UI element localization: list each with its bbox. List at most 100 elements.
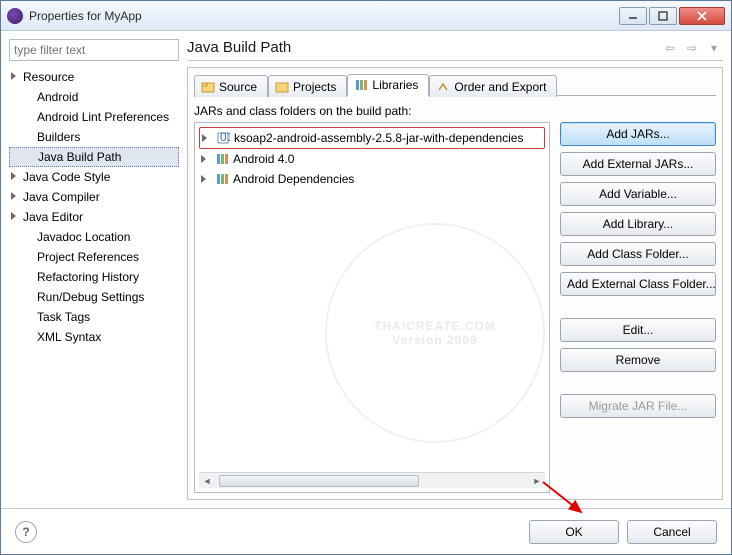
migrate-jar-button[interactable]: Migrate JAR File... [560,394,716,418]
page-header: Java Build Path ⇦ ⇨ ▾ [187,39,723,61]
projects-icon [275,80,289,94]
dialog-body: Resource Android Android Lint Preference… [1,31,731,508]
watermark: THAICREATE.COM Version 2009 [325,223,545,443]
tab-projects[interactable]: Projects [268,75,347,97]
filter-input[interactable] [9,39,179,61]
libraries-pane: THAICREATE.COM Version 2009 010 ksoap2-an… [194,122,716,493]
tab-source[interactable]: Source [194,75,268,97]
maximize-button[interactable] [649,7,677,25]
add-variable-button[interactable]: Add Variable... [560,182,716,206]
tree-item-java-editor[interactable]: Java Editor [9,207,179,227]
dialog-footer: ? OK Cancel [1,508,731,554]
footer-buttons: OK Cancel [529,520,717,544]
tree-item-xml-syntax[interactable]: XML Syntax [9,327,179,347]
list-item-label: ksoap2-android-assembly-2.5.8-jar-with-d… [234,130,523,146]
chevron-right-icon [11,192,16,200]
tab-bar: Source Projects Libraries Order and Expo… [194,74,716,96]
tree-label: Java Build Path [38,150,121,164]
libraries-icon [354,78,368,92]
nav-arrows: ⇦ ⇨ ▾ [661,40,723,56]
tab-label: Source [219,80,257,94]
close-button[interactable] [679,7,725,25]
tree-label: Android [37,90,78,104]
window-buttons [619,7,725,25]
tab-label: Projects [293,80,336,94]
tree-label: Builders [37,130,80,144]
list-item-label: Android 4.0 [233,151,294,167]
button-column: Add JARs... Add External JARs... Add Var… [560,122,716,493]
help-button[interactable]: ? [15,521,37,543]
watermark-line: THAICREATE.COM [374,319,496,333]
scroll-left-icon[interactable]: ◄ [199,474,215,488]
ok-button[interactable]: OK [529,520,619,544]
jar-icon: 010 [216,131,230,145]
tree-label: Project References [37,250,139,264]
tree-item-java-code-style[interactable]: Java Code Style [9,167,179,187]
chevron-right-icon [201,175,206,183]
library-icon [215,172,229,186]
tree-item-android-lint[interactable]: Android Lint Preferences [9,107,179,127]
watermark-line: Version 2009 [392,333,477,347]
category-tree[interactable]: Resource Android Android Lint Preference… [9,67,179,500]
tab-order-export[interactable]: Order and Export [429,75,557,97]
scroll-right-icon[interactable]: ► [529,474,545,488]
edit-button[interactable]: Edit... [560,318,716,342]
tree-label: Refactoring History [37,270,139,284]
tree-label: Resource [23,70,74,84]
chevron-right-icon [11,172,16,180]
tree-item-javadoc[interactable]: Javadoc Location [9,227,179,247]
library-icon [215,152,229,166]
tree-label: Java Compiler [23,190,100,204]
tree-item-android[interactable]: Android [9,87,179,107]
list-item-android[interactable]: Android 4.0 [199,149,545,169]
right-panel: Java Build Path ⇦ ⇨ ▾ Source Projects Li… [187,39,723,500]
source-folder-icon [201,80,215,94]
jar-list[interactable]: THAICREATE.COM Version 2009 010 ksoap2-an… [194,122,550,493]
page-content: Source Projects Libraries Order and Expo… [187,67,723,500]
menu-arrow[interactable]: ▾ [705,40,723,56]
add-external-jars-button[interactable]: Add External JARs... [560,152,716,176]
chevron-right-icon [11,72,16,80]
window-title: Properties for MyApp [29,9,619,23]
list-item-label: Android Dependencies [233,171,354,187]
chevron-right-icon [11,212,16,220]
tree-item-builders[interactable]: Builders [9,127,179,147]
tree-item-project-refs[interactable]: Project References [9,247,179,267]
remove-button[interactable]: Remove [560,348,716,372]
tree-label: Task Tags [37,310,90,324]
order-export-icon [436,80,450,94]
tree-label: Java Code Style [23,170,110,184]
add-external-class-folder-button[interactable]: Add External Class Folder... [560,272,716,296]
tree-item-task-tags[interactable]: Task Tags [9,307,179,327]
tree-item-refactoring[interactable]: Refactoring History [9,267,179,287]
tree-label: Javadoc Location [37,230,130,244]
chevron-right-icon [202,134,207,142]
back-button[interactable]: ⇦ [661,40,679,56]
pane-description: JARs and class folders on the build path… [194,104,716,118]
tab-label: Libraries [372,78,418,92]
properties-window: Properties for MyApp Resource Android An… [0,0,732,555]
add-library-button[interactable]: Add Library... [560,212,716,236]
chevron-right-icon [201,155,206,163]
scroll-thumb[interactable] [219,475,419,487]
add-jars-button[interactable]: Add JARs... [560,122,716,146]
list-item-android-deps[interactable]: Android Dependencies [199,169,545,189]
horizontal-scrollbar[interactable]: ◄ ► [199,472,545,488]
forward-button[interactable]: ⇨ [683,40,701,56]
tab-libraries[interactable]: Libraries [347,74,429,96]
add-class-folder-button[interactable]: Add Class Folder... [560,242,716,266]
minimize-button[interactable] [619,7,647,25]
tree-item-java-build-path[interactable]: Java Build Path [9,147,179,167]
svg-text:010: 010 [220,131,230,144]
tree-label: Java Editor [23,210,83,224]
tree-item-java-compiler[interactable]: Java Compiler [9,187,179,207]
tree-label: XML Syntax [37,330,101,344]
tree-item-resource[interactable]: Resource [9,67,179,87]
tab-label: Order and Export [454,80,546,94]
tree-label: Run/Debug Settings [37,290,144,304]
page-title: Java Build Path [187,39,291,56]
cancel-button[interactable]: Cancel [627,520,717,544]
tree-item-run-debug[interactable]: Run/Debug Settings [9,287,179,307]
titlebar[interactable]: Properties for MyApp [1,1,731,31]
list-item-ksoap-jar[interactable]: 010 ksoap2-android-assembly-2.5.8-jar-wit… [199,127,545,149]
